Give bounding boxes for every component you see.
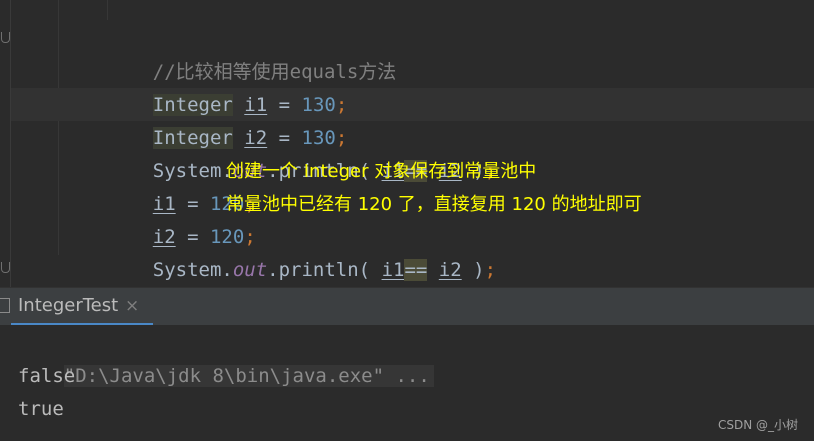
annotation-create-integer: 创建一个 Integer 对象保存到常量池中	[226, 161, 537, 182]
variable-i1: i1	[381, 259, 405, 281]
code-line-declare-i2[interactable]: Integer i2 = 130;	[107, 89, 347, 149]
console-output-false: false	[18, 365, 76, 387]
code-editor[interactable]: //比较相等使用equals方法 Integer i1 = 130; Integ…	[0, 0, 814, 287]
bookmark-icon[interactable]	[0, 298, 11, 314]
console-command-line[interactable]: "D:\Java\jdk 8\bin\java.exe" ...	[18, 327, 434, 387]
run-tool-window-tabbar: IntegerTest ×	[0, 287, 814, 326]
gutter-divider	[10, 0, 11, 287]
code-line-comment[interactable]: //比较相等使用equals方法	[107, 23, 397, 83]
tab-integertest[interactable]: IntegerTest ×	[11, 288, 153, 326]
run-console[interactable]: "D:\Java\jdk 8\bin\java.exe" ... false t…	[0, 325, 814, 441]
indent-guide	[58, 0, 59, 255]
tab-label: IntegerTest	[18, 295, 119, 316]
console-output-true: true	[18, 398, 64, 420]
fold-marker-icon[interactable]	[0, 262, 10, 274]
fold-marker-icon[interactable]	[0, 32, 10, 44]
code-line-closing-brace[interactable]: }	[58, 254, 115, 287]
code-line-println-2[interactable]: System.out.println( i1== i2 );	[107, 221, 496, 281]
equality-operator: ==	[404, 259, 428, 281]
annotation-reuse-address: 常量池中已经有 120 了，直接复用 120 的地址即可	[226, 194, 642, 215]
code-line-declare-i1[interactable]: Integer i1 = 130;	[107, 56, 347, 116]
close-icon[interactable]: ×	[125, 288, 139, 324]
code-line-println-1[interactable]: System.out.println( i1== i2 );	[107, 122, 496, 182]
watermark: CSDN @_小树	[717, 418, 798, 432]
variable-i2: i2	[438, 259, 462, 281]
system-class: System.	[152, 259, 233, 281]
java-command[interactable]: "D:\Java\jdk 8\bin\java.exe" ...	[63, 365, 434, 387]
static-field-out: out	[232, 259, 268, 281]
indent-guide	[107, 0, 108, 20]
